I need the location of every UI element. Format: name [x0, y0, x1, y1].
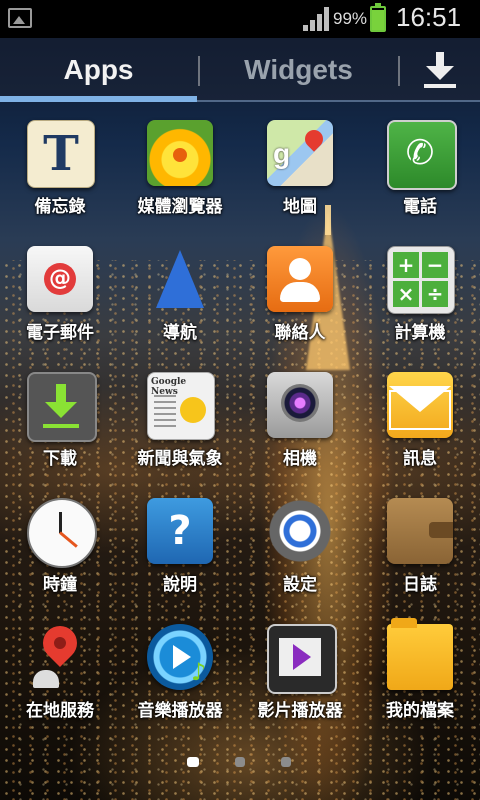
app-phone[interactable]: ✆ 電話 [360, 116, 480, 236]
app-clock[interactable]: 時鐘 [0, 494, 120, 614]
browser-icon [147, 120, 213, 186]
app-help[interactable]: ? 說明 [120, 494, 240, 614]
tab-apps[interactable]: Apps [0, 38, 197, 102]
contacts-icon [267, 246, 333, 312]
page-dot-1[interactable] [187, 757, 199, 767]
battery-icon [370, 3, 386, 32]
status-bar: 99% 16:51 [0, 0, 480, 38]
news-weather-icon: Google News [147, 372, 215, 440]
app-label: 訊息 [403, 449, 437, 469]
folder-icon [387, 618, 453, 690]
app-label: 電子郵件 [26, 323, 94, 343]
message-icon [387, 372, 453, 438]
app-camera[interactable]: 相機 [240, 368, 360, 488]
app-label: 設定 [283, 575, 317, 595]
app-contacts[interactable]: 聯絡人 [240, 242, 360, 362]
battery-percent: 99% [333, 9, 368, 28]
app-label: 日誌 [403, 575, 437, 595]
memo-icon: T [27, 120, 95, 188]
app-label: 時鐘 [43, 575, 77, 595]
gallery-icon [8, 8, 32, 28]
app-label: 媒體瀏覽器 [137, 197, 223, 217]
app-maps[interactable]: g 地圖 [240, 116, 360, 236]
email-icon: @ [27, 246, 93, 312]
app-label: 電話 [403, 197, 437, 217]
navigation-icon [147, 246, 213, 312]
app-label: 音樂播放器 [137, 701, 223, 721]
help-icon: ? [147, 498, 213, 564]
music-player-icon: ♪ [147, 624, 213, 690]
app-label: 地圖 [283, 197, 317, 217]
app-media-browser[interactable]: 媒體瀏覽器 [120, 116, 240, 236]
settings-icon [267, 498, 333, 564]
app-news-weather[interactable]: Google News 新聞與氣象 [120, 368, 240, 488]
app-label: 下載 [43, 449, 77, 469]
tab-bar: Apps Widgets [0, 38, 480, 102]
app-label: 在地服務 [26, 701, 94, 721]
app-label: 新聞與氣象 [137, 449, 223, 469]
clock-icon [27, 498, 97, 568]
download-icon [27, 372, 97, 442]
status-time: 16:51 [396, 2, 462, 32]
app-label: 我的檔案 [386, 701, 454, 721]
app-label: 影片播放器 [257, 701, 343, 721]
camera-icon [267, 372, 333, 438]
app-label: 相機 [283, 449, 317, 469]
signal-icon [303, 7, 331, 31]
app-navigation[interactable]: 導航 [120, 242, 240, 362]
app-music-player[interactable]: ♪ 音樂播放器 [120, 620, 240, 740]
local-pin-icon [27, 618, 93, 690]
app-label: 說明 [163, 575, 197, 595]
app-my-files[interactable]: 我的檔案 [360, 618, 480, 740]
app-local-services[interactable]: 在地服務 [0, 618, 120, 740]
app-label: 導航 [163, 323, 197, 343]
app-label: 聯絡人 [274, 323, 326, 343]
page-dot-2[interactable] [235, 757, 245, 767]
app-video-player[interactable]: 影片播放器 [240, 620, 360, 740]
app-email[interactable]: @ 電子郵件 [0, 242, 120, 362]
page-indicator [0, 752, 480, 772]
app-settings[interactable]: 設定 [240, 494, 360, 614]
app-label: 計算機 [394, 323, 446, 343]
app-messages[interactable]: 訊息 [360, 368, 480, 488]
video-player-icon [267, 624, 337, 694]
app-diary[interactable]: 日誌 [360, 494, 480, 614]
tab-widgets[interactable]: Widgets [200, 38, 397, 102]
calculator-icon: + − × ÷ [387, 246, 455, 314]
map-icon: g [267, 120, 333, 186]
app-downloads[interactable]: 下載 [0, 368, 120, 488]
diary-icon [387, 498, 453, 564]
app-memo[interactable]: T 備忘錄 [0, 116, 120, 236]
app-label: 備忘錄 [34, 197, 86, 217]
download-button[interactable] [400, 38, 480, 102]
app-calculator[interactable]: + − × ÷ 計算機 [360, 242, 480, 362]
tab-active-indicator [0, 96, 197, 102]
page-dot-3[interactable] [281, 757, 291, 767]
phone-icon: ✆ [387, 120, 457, 190]
